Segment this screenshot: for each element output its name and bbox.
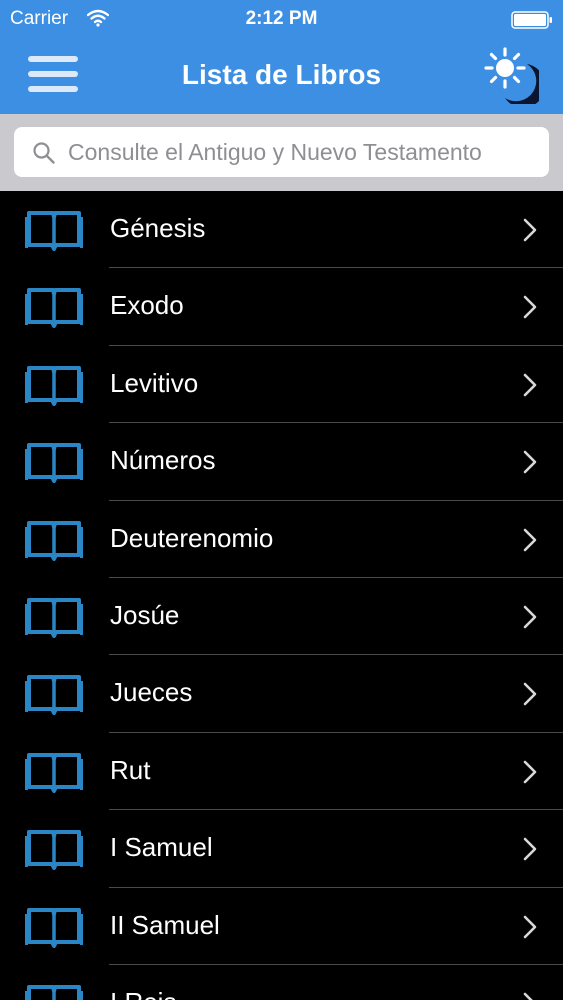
open-book-icon — [25, 675, 83, 716]
book-name: Génesis — [110, 213, 206, 243]
open-book-icon — [25, 907, 83, 948]
book-list-item[interactable]: I Reis — [0, 965, 563, 1000]
book-list-item[interactable]: Deuterenomio — [0, 501, 563, 579]
battery-icon — [511, 11, 552, 29]
chevron-right-icon — [523, 760, 537, 784]
chevron-right-icon — [523, 296, 537, 319]
book-list-item[interactable]: Levitivo — [0, 346, 563, 424]
book-list-item[interactable]: Josúe — [0, 578, 563, 656]
open-book-icon — [25, 288, 83, 329]
book-name: Jueces — [110, 677, 193, 708]
search-box[interactable] — [14, 127, 549, 177]
chevron-right-icon — [523, 605, 537, 629]
open-book-icon — [25, 520, 83, 561]
open-book-icon — [25, 984, 83, 1000]
search-bar — [0, 114, 563, 191]
book-name: I Reis — [110, 987, 176, 1000]
book-list-item[interactable]: Rut — [0, 733, 563, 811]
book-name: II Samuel — [110, 909, 220, 940]
book-list-item[interactable]: II Samuel — [0, 888, 563, 966]
book-list-item[interactable]: Génesis — [0, 191, 563, 269]
nav-bar: Lista de Libros — [0, 38, 563, 114]
chevron-right-icon — [523, 992, 533, 1000]
app-screen: Carrier 2:12 PM Lista de Libros Consulte… — [0, 0, 563, 1000]
book-list-item[interactable]: Exodo — [0, 268, 563, 347]
chevron-right-icon — [523, 915, 537, 938]
book-name: Josúe — [110, 599, 180, 630]
chevron-right-icon — [523, 373, 537, 397]
chevron-right-icon — [523, 450, 537, 474]
book-list: Génesis Exodo Levitivo Números Deuterenomio J… — [0, 191, 563, 1000]
open-book-icon — [25, 365, 83, 406]
book-list-item[interactable]: Números — [0, 423, 563, 501]
open-book-icon — [25, 443, 83, 484]
open-book-icon — [25, 597, 83, 638]
book-name: Deuterenomio — [110, 522, 274, 553]
status-bar: Carrier 2:12 PM — [0, 0, 563, 38]
book-list-item[interactable]: I Samuel — [0, 810, 563, 888]
book-name: Exodo — [110, 290, 184, 321]
book-name: Levitivo — [110, 367, 199, 398]
chevron-right-icon — [523, 837, 537, 861]
search-input[interactable] — [68, 127, 546, 177]
open-book-icon — [25, 752, 83, 793]
book-name: Rut — [110, 754, 151, 785]
sun-moon-icon[interactable] — [483, 46, 539, 104]
book-list-item[interactable]: Jueces — [0, 655, 563, 734]
status-time: 2:12 PM — [245, 8, 318, 29]
chevron-right-icon — [523, 528, 537, 551]
chevron-right-icon — [523, 218, 537, 242]
open-book-icon — [25, 830, 83, 871]
open-book-icon — [25, 211, 83, 251]
search-icon — [33, 142, 55, 164]
page-title: Lista de Libros — [181, 59, 382, 90]
header: Carrier 2:12 PM Lista de Libros — [0, 0, 563, 114]
chevron-right-icon — [523, 683, 537, 706]
book-name: Números — [110, 445, 216, 476]
book-name: I Samuel — [110, 832, 213, 863]
